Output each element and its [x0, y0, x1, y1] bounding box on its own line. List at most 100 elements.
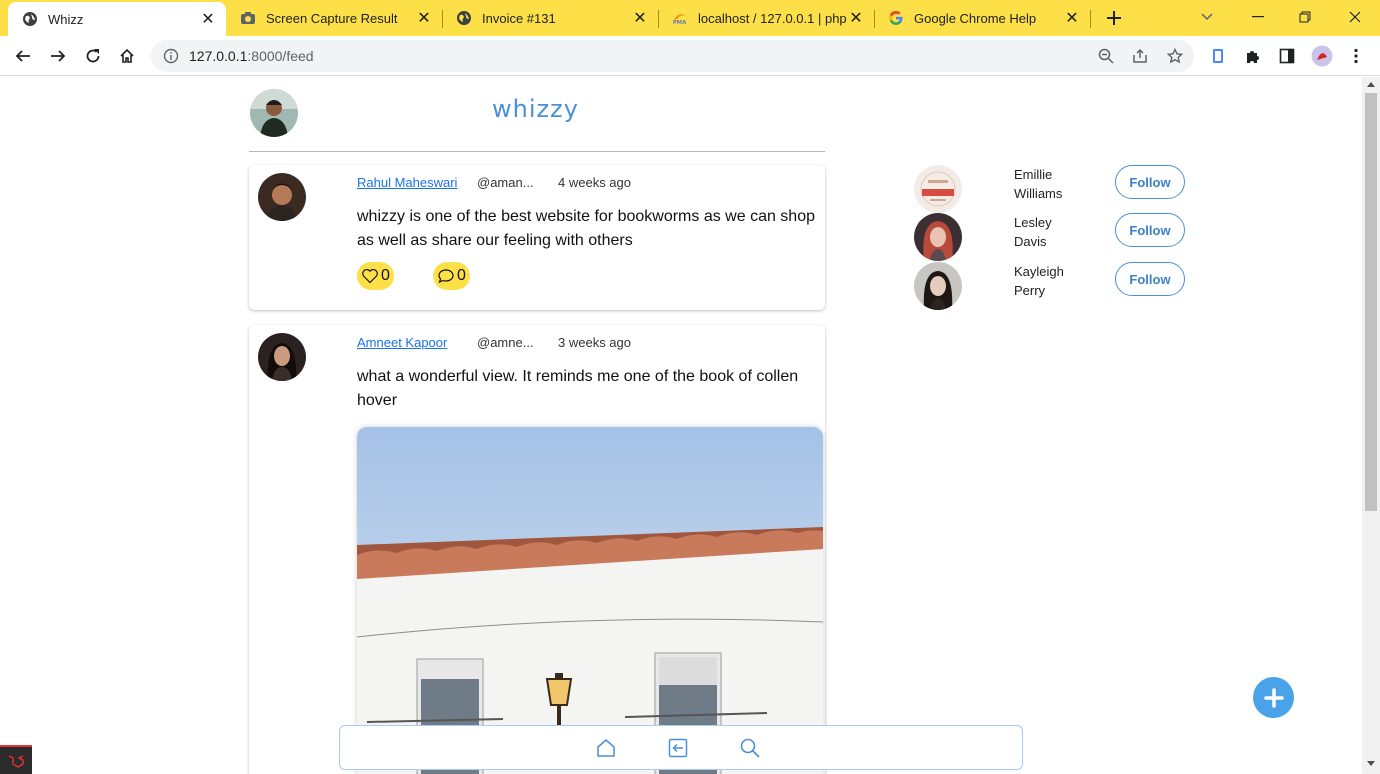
post-author-handle: @amne...	[477, 335, 534, 350]
extension-doc-icon[interactable]	[1206, 44, 1230, 68]
comment-icon	[438, 269, 454, 284]
url-host: 127.0.0.1	[189, 48, 248, 64]
home-nav-button[interactable]	[594, 736, 618, 760]
comment-button[interactable]: 0	[433, 262, 470, 290]
home-button[interactable]	[115, 44, 139, 68]
close-icon[interactable]: ✕	[198, 9, 218, 29]
tab-phpmyadmin[interactable]: PMA localhost / 127.0.0.1 | php ✕	[658, 0, 874, 36]
app-logo[interactable]: whizzy	[492, 95, 579, 123]
page-scrollbar[interactable]	[1362, 77, 1380, 774]
header-divider	[249, 151, 825, 152]
post-text: what a wonderful view. It reminds me one…	[357, 368, 799, 409]
like-count: 0	[381, 267, 390, 284]
post-timestamp: 4 weeks ago	[558, 175, 631, 190]
back-button[interactable]	[11, 44, 35, 68]
suggestion-last-name: Davis	[1014, 234, 1047, 249]
bookmark-star-icon[interactable]	[1163, 44, 1187, 68]
tab-title: Invoice #131	[482, 10, 556, 26]
share-icon[interactable]	[1128, 44, 1152, 68]
suggestion-name: Lesley Davis	[1014, 213, 1084, 251]
svg-text:PMA: PMA	[673, 20, 687, 26]
bottom-nav	[339, 725, 1023, 770]
home-icon	[597, 739, 615, 757]
tab-title: localhost / 127.0.0.1 | php	[698, 10, 846, 26]
post-card: Rahul Maheswari @aman... 4 weeks ago whi…	[249, 165, 825, 310]
tab-invoice[interactable]: Invoice #131 ✕	[442, 0, 658, 36]
feed-page: whizzy Rahul Maheswari @aman... 4 weeks …	[0, 77, 1362, 774]
laravel-debug-badge[interactable]	[0, 745, 32, 774]
scroll-down-arrow[interactable]	[1367, 761, 1375, 766]
suggestion-avatar[interactable]	[914, 165, 962, 213]
reload-button[interactable]	[81, 44, 105, 68]
scrollbar-thumb[interactable]	[1365, 93, 1377, 511]
tab-title: Screen Capture Result	[266, 10, 398, 26]
suggestion-item: Emillie Williams Follow	[912, 165, 1192, 213]
tab-divider	[1090, 10, 1091, 28]
tab-screen-capture[interactable]: Screen Capture Result ✕	[226, 0, 442, 36]
add-post-button[interactable]	[1253, 677, 1294, 718]
plus-icon	[1263, 687, 1284, 708]
like-button[interactable]: 0	[357, 262, 394, 290]
tab-search-chevron-icon[interactable]	[1192, 4, 1222, 30]
globe-icon	[456, 10, 472, 26]
browser-toolbar: 127.0.0.1:8000/feed	[0, 36, 1380, 76]
post-image[interactable]	[357, 427, 823, 774]
zoom-icon[interactable]	[1094, 44, 1118, 68]
post-author-avatar[interactable]	[258, 173, 306, 221]
suggestion-avatar[interactable]	[914, 262, 962, 310]
side-panel-icon[interactable]	[1275, 44, 1299, 68]
follow-button[interactable]: Follow	[1115, 262, 1185, 296]
profile-avatar-icon[interactable]	[1310, 44, 1334, 68]
suggestion-avatar[interactable]	[914, 213, 962, 261]
minimize-button[interactable]	[1243, 4, 1273, 30]
post-author-link[interactable]: Rahul Maheswari	[357, 175, 477, 190]
close-icon[interactable]: ✕	[1062, 8, 1082, 28]
close-icon[interactable]: ✕	[846, 8, 866, 28]
post-text: whizzy is one of the best website for bo…	[357, 208, 815, 249]
new-tab-button[interactable]	[1102, 6, 1126, 30]
suggestion-first-name: Emillie	[1014, 167, 1053, 182]
post-timestamp: 3 weeks ago	[558, 335, 631, 350]
extensions-puzzle-icon[interactable]	[1241, 44, 1265, 68]
logout-nav-button[interactable]	[666, 736, 690, 760]
comment-count: 0	[457, 267, 466, 284]
post-author-avatar[interactable]	[258, 333, 306, 381]
logout-icon	[668, 738, 688, 758]
restore-button[interactable]	[1290, 4, 1320, 30]
post-meta: Amneet Kapoor @amne... 3 weeks ago	[357, 335, 631, 350]
close-icon[interactable]: ✕	[630, 8, 650, 28]
suggestion-first-name: Kayleigh	[1014, 264, 1064, 279]
phpmyadmin-icon: PMA	[672, 10, 688, 26]
close-icon[interactable]: ✕	[414, 8, 434, 28]
post-card: Amneet Kapoor @amne... 3 weeks ago what …	[249, 325, 825, 774]
user-avatar[interactable]	[250, 89, 298, 137]
suggestion-first-name: Lesley	[1014, 215, 1052, 230]
heart-icon	[362, 269, 378, 284]
tab-title: Google Chrome Help	[914, 10, 1037, 26]
search-nav-button[interactable]	[738, 736, 762, 760]
info-icon[interactable]	[163, 48, 179, 64]
follow-button[interactable]: Follow	[1115, 213, 1185, 247]
suggestion-last-name: Perry	[1014, 283, 1046, 298]
search-icon	[740, 738, 760, 758]
post-author-link[interactable]: Amneet Kapoor	[357, 335, 477, 350]
scroll-up-arrow[interactable]	[1367, 82, 1375, 87]
camera-icon	[240, 10, 256, 26]
forward-button[interactable]	[46, 44, 70, 68]
tab-whizz[interactable]: Whizz ✕	[8, 2, 226, 36]
close-window-button[interactable]	[1340, 4, 1370, 30]
post-author-handle: @aman...	[477, 175, 534, 190]
tab-strip: Whizz ✕ Screen Capture Result ✕ Invoice …	[0, 0, 1380, 36]
follow-button[interactable]: Follow	[1115, 165, 1185, 199]
google-icon	[888, 10, 904, 26]
suggestion-name: Kayleigh Perry	[1014, 262, 1084, 300]
suggestion-item: Lesley Davis Follow	[912, 213, 1192, 261]
tab-title: Whizz	[48, 11, 84, 27]
menu-kebab-icon[interactable]	[1344, 44, 1368, 68]
laravel-icon	[8, 754, 24, 768]
suggestion-item: Kayleigh Perry Follow	[912, 262, 1192, 310]
globe-icon	[22, 11, 38, 27]
tab-chrome-help[interactable]: Google Chrome Help ✕	[874, 0, 1090, 36]
url-path: :8000/feed	[247, 48, 314, 64]
address-bar[interactable]: 127.0.0.1:8000/feed	[151, 40, 1194, 72]
